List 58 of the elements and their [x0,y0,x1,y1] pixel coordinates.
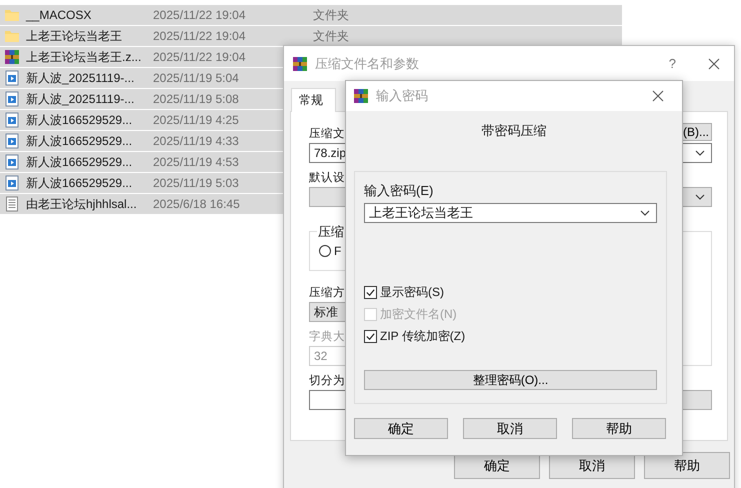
file-date: 2025/11/19 4:53 [153,155,239,169]
tab[interactable]: 常规 [291,88,336,112]
file-row[interactable]: __MACOSX 2025/11/22 19:04 文件夹 [0,5,622,26]
file-type: 文件夹 [313,28,349,44]
archive-icon [292,56,308,72]
radio-button[interactable] [319,245,331,257]
file-row[interactable]: 上老王论坛当老王 2025/11/22 19:04 文件夹 [0,26,622,47]
folder-icon [4,7,20,23]
file-date: 2025/11/22 19:04 [153,8,246,22]
file-name: 上老王论坛当老王 [26,28,123,44]
field-label: 默认设 [309,170,345,185]
file-date: 2025/11/22 19:04 [153,50,246,64]
checkbox-label: 显示密码(S) [380,284,444,300]
checkbox-label: 加密文件名(N) [380,306,457,322]
field-label: 压缩方 [309,285,345,300]
file-name: 新人波_20251119-... [26,70,136,86]
close-icon[interactable] [708,58,720,70]
organize-passwords-button[interactable]: 整理密码(O)... [364,370,657,390]
chevron-down-icon [640,210,650,216]
file-date: 2025/11/19 5:08 [153,92,239,106]
checkbox[interactable] [364,330,377,342]
dialog-button[interactable]: 帮助 [572,418,666,439]
file-name: 由老王论坛hjhhlsal... [26,196,138,212]
file-name: 新人波_20251119-... [26,90,136,108]
file-date: 2025/11/19 4:25 [153,113,239,127]
field-label: 字典大 [309,329,345,344]
file-date: 2025/6/18 16:45 [153,197,240,211]
file-date: 2025/11/19 5:03 [153,176,239,190]
dialog-button[interactable]: 帮助 [644,452,730,479]
checkbox[interactable] [364,286,377,298]
radio-label: F [334,244,342,258]
field-label: 压缩文 [309,126,345,141]
file-name: 新人波166529529... [26,112,134,128]
file-type: 文件夹 [313,6,349,24]
field-label: 输入密码(E) [364,182,434,200]
file-name: 新人波166529529... [26,174,134,192]
file-date: 2025/11/19 5:04 [153,71,239,85]
folder-icon [4,28,20,44]
close-icon[interactable] [652,90,664,102]
field-label: 切分为 [309,374,345,388]
window-title: 输入密码 [376,87,428,105]
archive-icon [353,88,369,104]
file-name: 上老王论坛当老王.z... [26,48,142,66]
help-button[interactable]: ? [668,56,676,71]
dialog-heading: 带密码压缩 [480,122,548,140]
file-date: 2025/11/22 19:04 [153,29,246,43]
window-title: 压缩文件名和参数 [315,54,419,72]
chevron-down-icon [695,150,705,156]
password-field[interactable]: 上老王论坛当老王 [364,203,657,223]
file-date: 2025/11/19 4:33 [153,134,239,148]
checkbox-label: ZIP 传统加密(Z) [380,328,466,344]
file-name: __MACOSX [26,8,92,22]
file-name: 新人波166529529... [26,132,134,150]
dialog-button[interactable]: 取消 [463,418,557,439]
archive-icon [4,49,20,65]
file-name: 新人波166529529... [26,154,134,170]
chevron-down-icon [695,194,705,200]
dialog-button[interactable]: 确定 [354,418,448,439]
